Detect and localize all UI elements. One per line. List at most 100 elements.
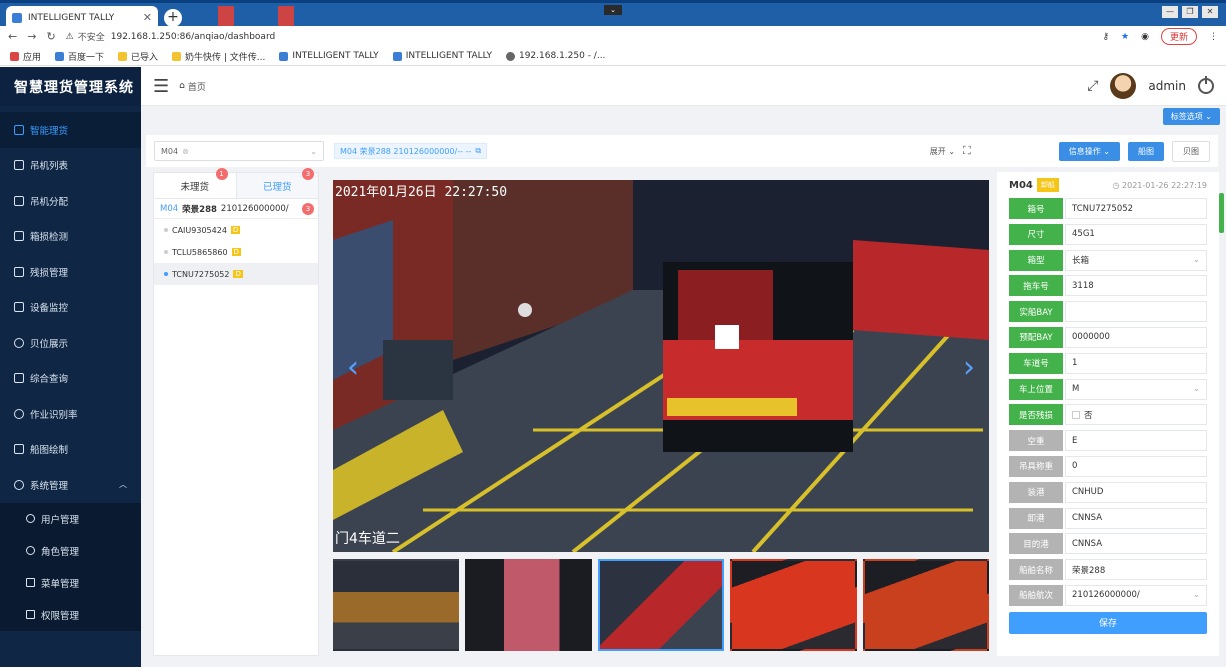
container-detail-panel: M04 卸船 ◷ 2021-01-26 22:27:19 箱号 TCNU72750… [997, 172, 1219, 656]
bookmark-tally-2[interactable]: INTELLIGENT TALLY [392, 51, 492, 61]
breadcrumb[interactable]: 首页 [188, 80, 206, 93]
new-tab-icon[interactable]: + [164, 9, 182, 27]
thumbnail-5[interactable] [862, 559, 990, 651]
url-input[interactable]: 192.168.1.250:86/anqiao/dashboard [111, 32, 275, 42]
save-button[interactable]: 保存 [1009, 611, 1207, 634]
field-input[interactable] [1065, 301, 1207, 323]
sidebar-item-permissions[interactable]: 权限管理 [0, 598, 141, 631]
field-label: 卸港 [1009, 507, 1063, 529]
bookmark-apps[interactable]: 应用 [10, 50, 41, 63]
sidebar-item-bay-display[interactable]: 贝位展示 [0, 325, 141, 361]
thumbnail-1[interactable] [333, 559, 460, 651]
field-input[interactable]: 1 [1065, 352, 1207, 374]
field-input[interactable]: CNNSA [1065, 533, 1207, 555]
tab-favicon-icon [12, 12, 22, 23]
sidebar-item-damage-manage[interactable]: 残损管理 [0, 254, 141, 290]
copy-icon[interactable]: ⧉ [475, 146, 481, 156]
sidebar-item-ship-draw[interactable]: 船图绘制 [0, 432, 141, 468]
bookmark-tally-1[interactable]: INTELLIGENT TALLY [279, 51, 379, 61]
bookmark-baidu[interactable]: 百度一下 [55, 50, 104, 63]
update-button[interactable]: 更新 [1160, 28, 1197, 45]
expand-toggle[interactable]: 展开 ⌄ [930, 146, 955, 157]
menu-dots-icon[interactable]: ⋮ [1209, 32, 1218, 42]
dropdown-icon[interactable]: ⌄ [604, 5, 622, 15]
field-select[interactable]: 长箱 ⌄ [1065, 249, 1207, 271]
tab-close-icon[interactable]: ✕ [143, 11, 152, 24]
field-checkbox[interactable]: 否 [1065, 404, 1207, 426]
fullscreen-icon[interactable]: ⤢ [1087, 78, 1098, 94]
field-input[interactable]: TCNU7275052 [1065, 198, 1207, 219]
key-icon[interactable]: ⚷ [1102, 32, 1109, 42]
field-input[interactable]: 0 [1065, 455, 1207, 477]
list-item[interactable]: TCLU5865860 D [154, 241, 318, 263]
field-select[interactable]: M ⌄ [1065, 378, 1207, 400]
sidebar-item-crane-assign[interactable]: 吊机分配 [0, 183, 141, 219]
field-label: 箱型 [1009, 249, 1063, 271]
bookmark-server[interactable]: 192.168.1.250 - /... [505, 51, 605, 61]
field-input[interactable]: 45G1 [1065, 223, 1207, 245]
reload-icon[interactable]: ↻ [46, 30, 55, 43]
thumbnail-strip [333, 559, 990, 651]
role-icon [26, 546, 35, 555]
restore-icon[interactable]: ❐ [1182, 6, 1198, 18]
sidebar-item-users[interactable]: 用户管理 [0, 502, 141, 535]
sidebar-item-crane-list[interactable]: 吊机列表 [0, 148, 141, 184]
hamburger-icon[interactable]: ☰ [153, 76, 169, 97]
ship-chip[interactable]: M04 荣景288 210126000000/-- -- ⧉ [334, 143, 488, 159]
info-ops-button[interactable]: 信息操作 ⌄ [1058, 141, 1120, 161]
field-input[interactable]: 3118 [1065, 275, 1207, 297]
field-input[interactable]: 荣景288 [1065, 559, 1207, 581]
field-label: 是否残损 [1009, 404, 1063, 426]
field-input[interactable]: E [1065, 430, 1207, 452]
minimize-icon[interactable]: — [1162, 6, 1178, 18]
tag-select-button[interactable]: 标签选项 ⌄ [1162, 108, 1220, 125]
ship-group-header[interactable]: M04 荣景288 210126000000/ 3 [154, 199, 318, 219]
field-select[interactable]: 210126000000/ ⌄ [1065, 584, 1207, 606]
back-icon[interactable]: ← [8, 30, 17, 43]
next-arrow-icon[interactable]: › [963, 350, 975, 385]
list-item[interactable]: CAIU9305424 D [154, 219, 318, 241]
no-fullscreen-icon[interactable]: ⛶ [963, 144, 971, 158]
ship-view-button[interactable]: 船图 [1128, 141, 1164, 161]
clear-icon[interactable]: ⊗ [182, 147, 189, 156]
prev-arrow-icon[interactable]: ‹ [347, 350, 359, 385]
star-icon[interactable]: ★ [1121, 32, 1129, 42]
field-value: 否 [1084, 410, 1093, 421]
scrollbar[interactable] [1219, 193, 1224, 233]
sidebar-item-query[interactable]: 综合查询 [0, 361, 141, 397]
list-item[interactable]: TCNU7275052 D [154, 263, 318, 285]
field-input[interactable]: CNHUD [1065, 481, 1207, 503]
avatar[interactable] [1110, 73, 1137, 99]
sidebar-item-damage-detect[interactable]: 箱损检测 [0, 219, 141, 255]
power-icon[interactable] [1198, 76, 1214, 94]
username[interactable]: admin [1148, 79, 1186, 93]
bookmark-imported[interactable]: 已导入 [118, 50, 158, 63]
field-value: 45G1 [1072, 229, 1095, 240]
form-row: 卸港 CNNSA [1009, 507, 1207, 529]
sidebar-item-recognition-rate[interactable]: 作业识别率 [0, 396, 141, 432]
warning-icon[interactable]: ⚠ [66, 32, 74, 42]
sidebar-item-roles[interactable]: 角色管理 [0, 534, 141, 567]
crane-select[interactable]: M04 ⊗ ⌄ [154, 141, 324, 161]
checkbox-icon[interactable] [1072, 410, 1080, 419]
sidebar-item-device-monitor[interactable]: 设备监控 [0, 290, 141, 326]
close-window-icon[interactable]: ✕ [1202, 6, 1218, 18]
sidebar-item-system[interactable]: 系统管理 ︿ [0, 467, 141, 503]
thumbnail-4[interactable] [730, 559, 857, 651]
insecure-label: 不安全 [77, 33, 105, 43]
tab-pending[interactable]: 未理货 1 [154, 168, 237, 198]
field-input[interactable]: CNNSA [1065, 507, 1207, 529]
tab-done[interactable]: 已理货 3 [236, 168, 318, 198]
field-input[interactable]: 0000000 [1065, 326, 1207, 348]
thumbnail-2[interactable] [465, 559, 592, 651]
group-ship: 荣景288 [182, 204, 217, 215]
camera-image[interactable]: 2021年01月26日 22:27:50 门4车道二 ‹ › [333, 180, 989, 552]
bookmark-cowtransfer[interactable]: 奶牛快传 | 文件传... [172, 50, 265, 63]
clock-icon: ◷ [1112, 180, 1123, 190]
profile-icon[interactable]: ◉ [1141, 32, 1149, 42]
sidebar-item-smart-tally[interactable]: 智能理货 [0, 112, 141, 148]
forward-icon[interactable]: → [27, 30, 36, 43]
thumbnail-3[interactable] [597, 559, 725, 651]
bay-view-button[interactable]: 贝图 [1172, 140, 1210, 162]
sidebar-item-menus[interactable]: 菜单管理 [0, 566, 141, 599]
